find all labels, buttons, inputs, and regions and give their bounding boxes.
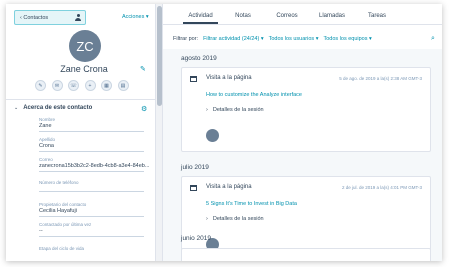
activity-timestamp: 2 de jul. de 2019 a la(s) 4:01 PM GMT-3: [341, 185, 422, 190]
field-first-name[interactable]: Nombre Zane: [39, 117, 144, 132]
session-details-toggle[interactable]: › Detalles de la sesión: [206, 107, 264, 113]
actions-dropdown[interactable]: Acciones ▾: [122, 14, 149, 20]
filter-teams-dropdown[interactable]: Todos los equipos ▾: [323, 36, 371, 42]
about-section-title: Acerca de este contacto: [23, 105, 93, 111]
tab-calls[interactable]: Llamadas: [316, 4, 348, 24]
sidebar-scrollbar[interactable]: [156, 4, 163, 261]
browser-window-icon: [190, 76, 197, 82]
activity-title: Visita a la página: [206, 75, 252, 81]
chevron-down-icon: ⌄: [14, 105, 19, 111]
user-avatar: [206, 129, 219, 142]
contact-sidebar: ‹ Contactos Acciones ▾ ZC Zane Crona ✎ ✎…: [6, 4, 156, 261]
activity-timestamp: 5 de ago. de 2019 a la(s) 2:38 AM GMT-3: [339, 76, 422, 81]
month-header: julio 2019: [181, 164, 209, 171]
field-label: Nombre: [39, 117, 56, 122]
page-link[interactable]: 5 Signs It's Time to Invest in Big Data: [206, 201, 297, 207]
field-email[interactable]: Correo zanecrona15b3b2c2-8edb-4cb8-a3e4-…: [39, 157, 149, 172]
filter-activity-dropdown[interactable]: Filtrar actividad (24/24) ▾: [203, 36, 264, 42]
phone-icon[interactable]: ☏: [68, 80, 79, 91]
session-details-label: Detalles de la sesión: [212, 107, 264, 113]
tab-tasks[interactable]: Tareas: [364, 4, 390, 24]
tab-activity[interactable]: Actividad: [183, 4, 218, 24]
field-value: Cecilia Hayafuji: [39, 208, 77, 214]
session-details-label: Detalles de la sesión: [212, 216, 264, 222]
scrollbar-thumb[interactable]: [157, 6, 162, 106]
field-label: Número de teléfono: [39, 180, 79, 185]
add-icon[interactable]: +: [84, 80, 96, 91]
divider: [6, 99, 155, 100]
field-label: Propietario del contacto: [39, 202, 87, 207]
filter-users-dropdown[interactable]: Todos los usuarios ▾: [269, 36, 319, 42]
quick-actions-row: ✎ ✉ ☏ + ▦ ▤: [35, 80, 129, 91]
activity-panel: Actividad Notas Correos Llamadas Tareas …: [163, 4, 442, 261]
person-icon: [75, 14, 81, 21]
field-last-name[interactable]: Apellido Crona: [39, 137, 144, 152]
field-label: Correo: [39, 157, 53, 162]
activity-card[interactable]: Visita a la página 5 de ago. de 2019 a l…: [181, 67, 431, 152]
field-phone[interactable]: Número de teléfono: [39, 180, 144, 192]
field-label: Etapa del ciclo de vida: [39, 246, 85, 251]
chevron-right-icon: ›: [206, 107, 208, 113]
activity-title: Visita a la página: [206, 184, 252, 190]
field-value: zanecrona15b3b2c2-8edb-4cb8-a3e4-84eb...: [39, 163, 150, 169]
field-value: Zane: [39, 123, 52, 129]
contact-name: Zane Crona: [60, 64, 108, 74]
chevron-right-icon: ›: [206, 216, 208, 222]
pencil-icon[interactable]: ✎: [140, 65, 146, 73]
filter-bar: Filtrar por: Filtrar actividad (24/24) ▾…: [173, 36, 372, 42]
tab-emails[interactable]: Correos: [272, 4, 302, 24]
field-lifecycle-stage[interactable]: Etapa del ciclo de vida: [39, 246, 84, 252]
field-value: --: [39, 228, 43, 234]
field-label: Contactado por última vez: [39, 222, 92, 227]
email-icon[interactable]: ✎: [35, 80, 46, 91]
mail-icon[interactable]: ✉: [51, 80, 63, 91]
field-value: Crona: [39, 143, 54, 149]
back-to-contacts-button[interactable]: ‹ Contactos: [14, 10, 86, 25]
avatar: ZC: [69, 30, 101, 62]
month-header: junio 2019: [181, 235, 211, 242]
gear-icon[interactable]: ⚙: [141, 105, 147, 113]
activity-timeline: agosto 2019 Visita a la página 5 de ago.…: [163, 49, 442, 261]
browser-window-icon: [190, 185, 197, 191]
contacts-label: ‹ Contactos: [20, 14, 49, 21]
tab-notes[interactable]: Notas: [232, 4, 254, 24]
session-details-toggle[interactable]: › Detalles de la sesión: [206, 216, 264, 222]
filter-label: Filtrar por:: [173, 36, 199, 42]
search-icon[interactable]: ⌕: [431, 35, 435, 43]
month-header: agosto 2019: [181, 55, 217, 62]
field-label: Apellido: [39, 137, 56, 142]
field-contact-owner[interactable]: Propietario del contacto Cecilia Hayafuj…: [39, 202, 144, 217]
tab-bar: Actividad Notas Correos Llamadas Tareas: [163, 4, 442, 24]
field-last-contacted[interactable]: Contactado por última vez --: [39, 222, 144, 237]
contact-record-window: ‹ Contactos Acciones ▾ ZC Zane Crona ✎ ✎…: [6, 4, 442, 261]
activity-card[interactable]: [181, 248, 431, 261]
page-link[interactable]: How to customize the Analyze interface: [206, 92, 302, 98]
calendar-icon[interactable]: ▦: [101, 80, 112, 91]
tab-divider: [163, 24, 442, 25]
about-section-toggle[interactable]: ⌄ Acerca de este contacto: [14, 105, 92, 111]
document-icon[interactable]: ▤: [117, 80, 129, 91]
